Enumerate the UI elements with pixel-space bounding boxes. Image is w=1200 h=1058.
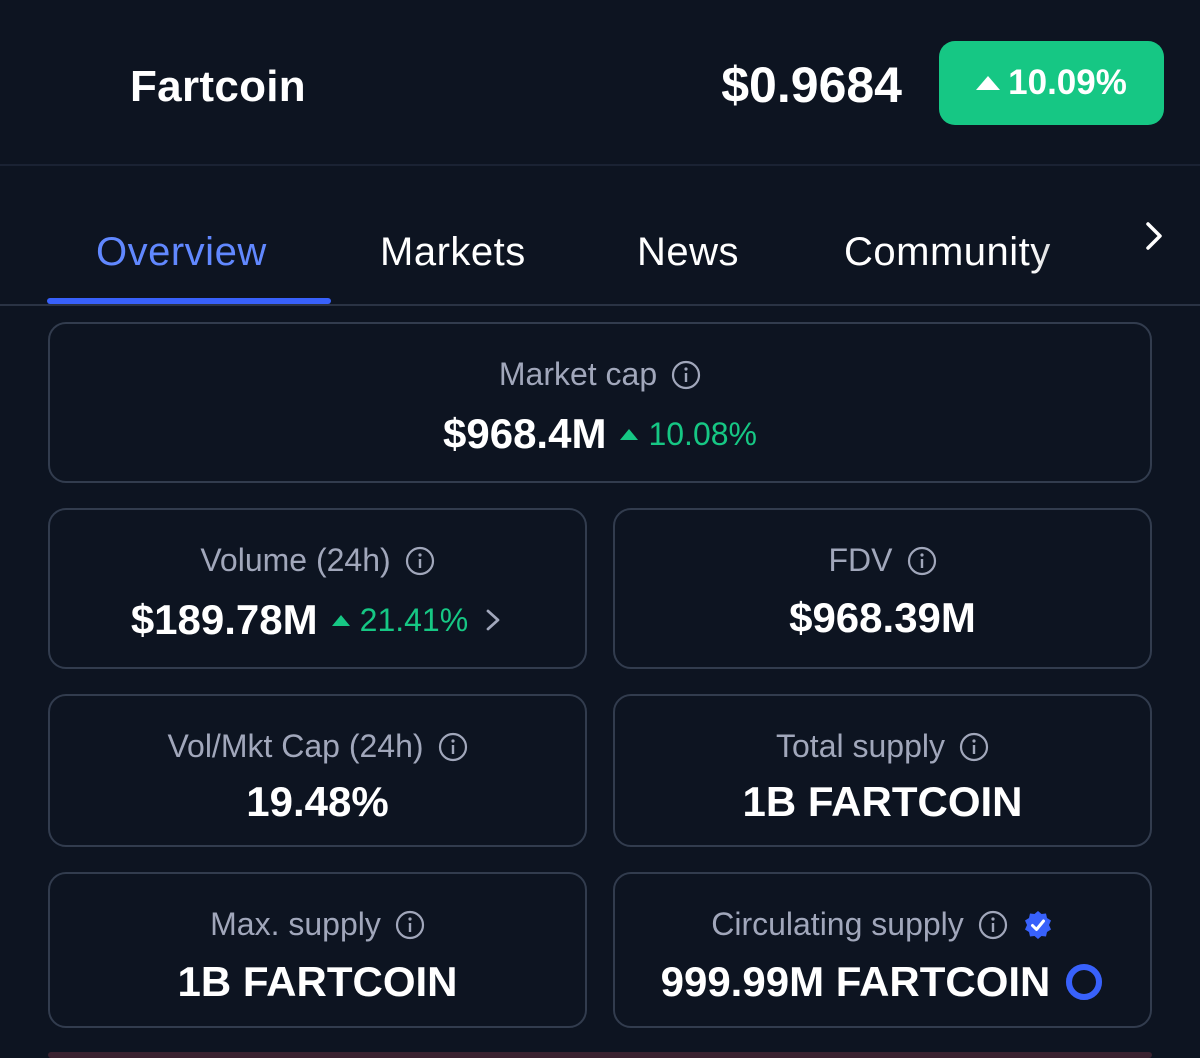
vol-mkt-cap-card: Vol/Mkt Cap (24h) 19.48% <box>48 694 587 847</box>
coin-name: Fartcoin <box>130 62 306 111</box>
verified-badge-icon <box>1024 910 1051 939</box>
max-supply-value: 1B FARTCOIN <box>177 958 458 1005</box>
vol-mkt-cap-label-row: Vol/Mkt Cap (24h) <box>50 728 585 765</box>
fdv-value: $968.39M <box>789 594 976 641</box>
tab-overview[interactable]: Overview <box>96 230 267 275</box>
market-cap-card: Market cap $968.4M 10.08% <box>48 322 1152 483</box>
info-icon[interactable] <box>438 732 468 762</box>
max-supply-card: Max. supply 1B FARTCOIN <box>48 872 587 1028</box>
circulating-supply-card: Circulating supply 999.99M FARTCOIN <box>613 872 1152 1028</box>
market-cap-change-value: 10.08% <box>648 415 757 452</box>
info-icon[interactable] <box>907 546 937 576</box>
chevron-right-icon[interactable] <box>1138 216 1170 256</box>
max-supply-label-row: Max. supply <box>50 906 585 943</box>
info-icon[interactable] <box>395 910 425 940</box>
market-cap-value: $968.4M <box>443 410 607 457</box>
tab-community[interactable]: Community <box>844 230 1051 275</box>
coin-header: Fartcoin $0.9684 10.09% <box>0 0 1200 166</box>
circulating-supply-label: Circulating supply <box>711 906 964 942</box>
price-change-value: 10.09% <box>1008 63 1127 102</box>
triangle-up-icon <box>976 76 1001 90</box>
volume-label-row: Volume (24h) <box>50 542 585 579</box>
total-supply-value: 1B FARTCOIN <box>742 778 1023 825</box>
total-supply-card: Total supply 1B FARTCOIN <box>613 694 1152 847</box>
total-supply-label: Total supply <box>776 728 945 764</box>
tab-bar: Overview Markets News Community <box>0 168 1200 306</box>
active-tab-indicator <box>47 298 331 304</box>
circulating-supply-value-row: 999.99M FARTCOIN <box>615 958 1150 1006</box>
info-icon[interactable] <box>978 910 1008 940</box>
volume-value: $189.78M <box>130 596 318 643</box>
progress-ring-icon <box>1066 964 1103 1000</box>
tab-fade-overlay <box>1030 168 1150 304</box>
market-cap-value-row: $968.4M 10.08% <box>50 410 1150 458</box>
info-icon[interactable] <box>405 546 435 576</box>
circulating-supply-label-row: Circulating supply <box>615 906 1150 943</box>
market-cap-label-row: Market cap <box>50 356 1150 393</box>
volume-change-value: 21.41% <box>359 601 469 638</box>
triangle-up-icon <box>331 614 350 626</box>
tab-news[interactable]: News <box>637 230 739 275</box>
max-supply-label: Max. supply <box>210 906 381 942</box>
info-icon[interactable] <box>671 360 701 390</box>
coin-price: $0.9684 <box>721 57 902 113</box>
fdv-label-row: FDV <box>615 542 1150 579</box>
market-cap-change: 10.08% <box>620 416 757 453</box>
info-icon[interactable] <box>959 732 989 762</box>
triangle-up-icon <box>620 428 639 440</box>
total-supply-label-row: Total supply <box>615 728 1150 765</box>
volume-value-row: $189.78M 21.41% <box>50 596 585 644</box>
volume-change: 21.41% <box>331 601 469 639</box>
vol-mkt-cap-value: 19.48% <box>246 778 389 825</box>
fdv-label: FDV <box>828 542 893 578</box>
tab-markets[interactable]: Markets <box>380 230 526 275</box>
circulating-supply-value: 999.99M FARTCOIN <box>660 958 1051 1005</box>
chevron-right-icon[interactable] <box>482 605 504 635</box>
price-change-badge: 10.09% <box>939 41 1164 125</box>
volume-label: Volume (24h) <box>200 542 391 578</box>
volume-card[interactable]: Volume (24h) $189.78M 21.41% <box>48 508 587 669</box>
market-cap-label: Market cap <box>498 356 658 392</box>
next-card-edge <box>48 1052 1152 1058</box>
fdv-card: FDV $968.39M <box>613 508 1152 669</box>
vol-mkt-cap-label: Vol/Mkt Cap (24h) <box>167 728 424 764</box>
